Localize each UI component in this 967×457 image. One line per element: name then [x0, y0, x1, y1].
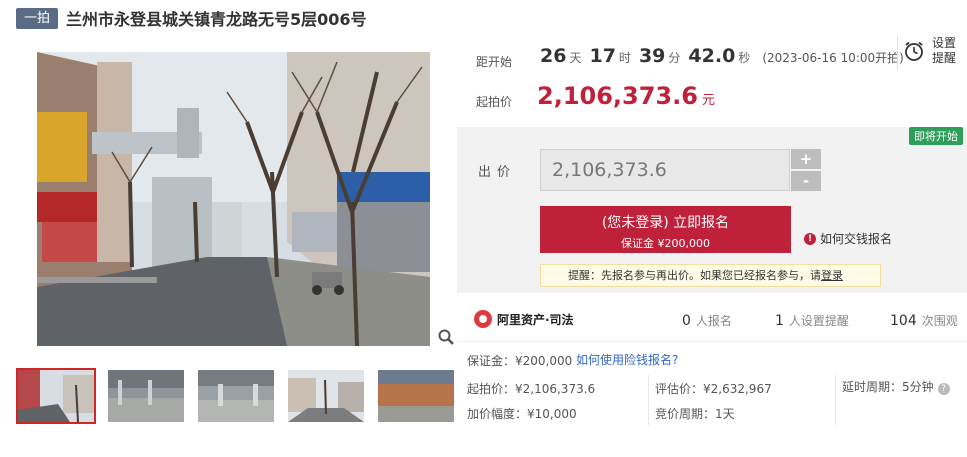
- info-icon: !: [804, 232, 816, 245]
- page-title: 兰州市永登县城关镇青龙路无号5层006号: [66, 10, 367, 29]
- set-reminder-label: 设置提醒: [932, 36, 957, 65]
- countdown-hours-unit: 时: [618, 51, 631, 65]
- increment-info: 加价幅度：¥10,000: [467, 407, 577, 421]
- divider: [835, 375, 836, 425]
- reminders-label: 人设置提醒: [788, 314, 849, 328]
- status-badge: 即将开始: [909, 127, 963, 145]
- main-photo[interactable]: [37, 52, 430, 346]
- countdown-days: 26: [540, 45, 567, 67]
- start-price-amount: 2,106,373.6: [537, 82, 698, 110]
- increase-bid-button[interactable]: +: [791, 149, 821, 169]
- thumbnail-1[interactable]: [16, 368, 96, 424]
- auction-start-time: (2023-06-16 10:00开拍): [762, 51, 904, 65]
- street-photo: [37, 52, 430, 346]
- views-stat: 104 次围观: [890, 312, 958, 329]
- countdown-minutes: 39: [638, 45, 666, 67]
- divider: [648, 375, 649, 425]
- signup-button-label: (您未登录) 立即报名: [601, 215, 730, 231]
- login-link[interactable]: 登录: [821, 269, 843, 282]
- delay-cycle-label: 延时周期：5分钟: [842, 380, 934, 394]
- start-price-unit: 元: [701, 93, 715, 108]
- insurance-link-wrap: 如何使用险钱报名?: [576, 351, 678, 368]
- decrease-bid-button[interactable]: -: [791, 171, 821, 191]
- how-to-pay-label: 如何交钱报名: [820, 232, 893, 246]
- auction-round-tag: 一拍: [16, 7, 59, 29]
- bid-cycle-info: 竞价周期：1天: [655, 407, 735, 421]
- brand-name: 阿里资产·司法: [497, 312, 574, 327]
- bid-amount-input[interactable]: 2,106,373.6: [540, 149, 790, 191]
- thumbnail-4[interactable]: [286, 368, 366, 424]
- deposit-info: 保证金：¥200,000: [467, 354, 573, 368]
- set-reminder-button[interactable]: 设置提醒: [903, 36, 958, 66]
- signups-label: 人报名: [695, 314, 732, 328]
- start-price: 2,106,373.6 元: [537, 82, 715, 110]
- bid-label: 出价: [478, 165, 517, 180]
- insurance-signup-link[interactable]: 如何使用险钱报名?: [576, 353, 678, 367]
- start-price-label: 起拍价: [476, 95, 513, 109]
- countdown-label: 距开始: [476, 55, 513, 69]
- zoom-icon[interactable]: [438, 329, 454, 345]
- brand: 阿里资产·司法: [474, 310, 574, 328]
- start-price-info: 起拍价：¥2,106,373.6: [467, 382, 596, 396]
- signup-button[interactable]: (您未登录) 立即报名 保证金 ¥200,000: [540, 206, 791, 253]
- appraisal-info: 评估价：¥2,632,967: [655, 382, 772, 396]
- thumbnail-strip: [16, 368, 466, 424]
- alarm-clock-icon: [905, 41, 923, 61]
- signup-deposit-label: 保证金 ¥200,000: [621, 237, 710, 250]
- signups-count: 0: [682, 313, 691, 329]
- countdown-hours: 17: [589, 45, 616, 67]
- thumbnail-3[interactable]: [196, 368, 276, 424]
- countdown-minutes-unit: 分: [668, 51, 681, 65]
- thumbnail-2[interactable]: [106, 368, 186, 424]
- countdown: 26 天 17 时 39 分 42.0 秒 (2023-06-16 10:00开…: [540, 45, 904, 67]
- bid-panel: 即将开始 出价 2,106,373.6 + - (您未登录) 立即报名 保证金 …: [457, 127, 967, 293]
- countdown-days-unit: 天: [569, 51, 582, 65]
- delay-cycle-info: 延时周期：5分钟?: [842, 378, 950, 395]
- thumbnail-5[interactable]: [376, 368, 456, 424]
- title-bar: 一拍 兰州市永登县城关镇青龙路无号5层006号: [16, 7, 367, 29]
- bid-stepper: + -: [791, 149, 821, 193]
- help-icon[interactable]: ?: [937, 383, 950, 395]
- login-notice: 提醒：先报名参与再出价。如果您已经报名参与，请登录: [540, 264, 881, 287]
- views-label: 次围观: [921, 314, 958, 328]
- divider: [897, 36, 898, 70]
- notice-text: 提醒：先报名参与再出价。如果您已经报名参与，请: [568, 269, 821, 282]
- reminders-stat: 1 人设置提醒: [775, 312, 849, 329]
- countdown-seconds: 42.0: [688, 45, 736, 67]
- reminders-count: 1: [775, 313, 784, 329]
- ali-assets-logo-icon: [474, 310, 492, 328]
- views-count: 104: [890, 313, 917, 329]
- countdown-seconds-unit: 秒: [738, 51, 751, 65]
- how-to-pay-link[interactable]: ! 如何交钱报名: [804, 230, 892, 247]
- stats-bar: 阿里资产·司法 0 人报名 1 人设置提醒 104 次围观: [457, 298, 967, 342]
- signups-stat: 0 人报名: [682, 312, 732, 329]
